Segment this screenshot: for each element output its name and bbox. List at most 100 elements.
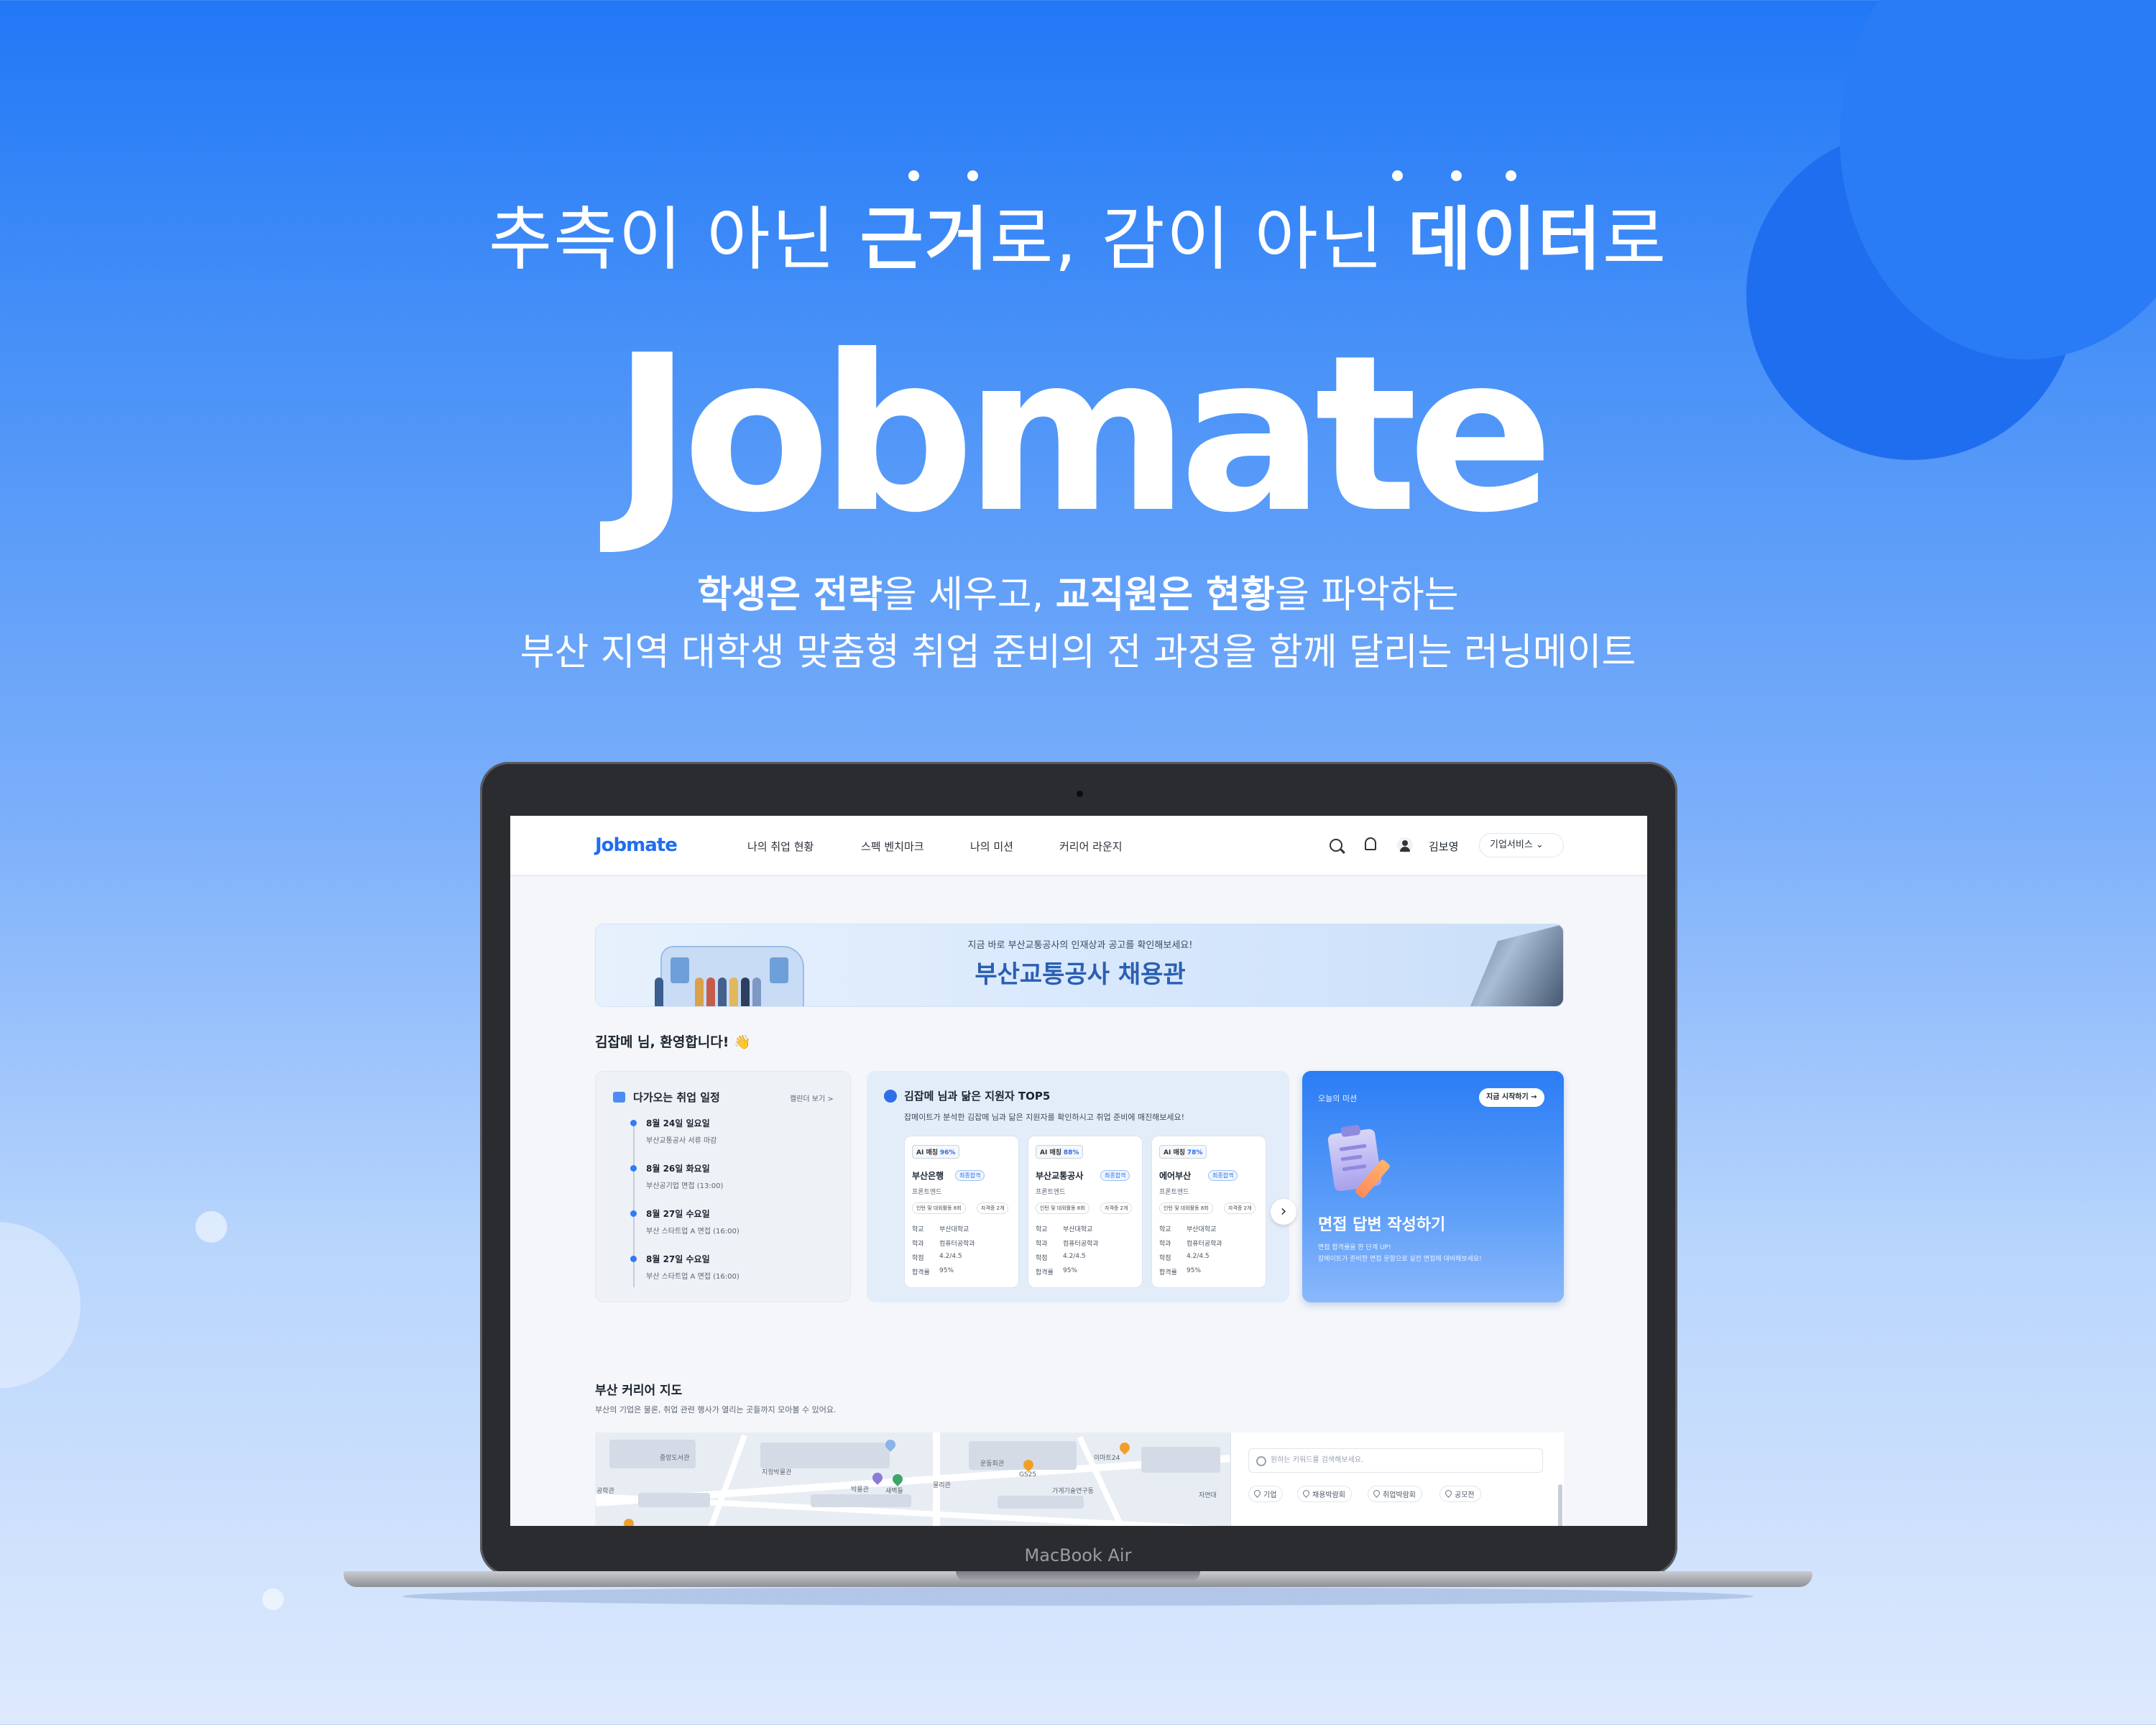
mission-desc-2: 잡메이트가 준비한 면접 문항으로 실전 면접에 대비해보세요! [1318,1256,1482,1263]
value-rate: 95% [1187,1267,1202,1274]
corporate-service-dropdown[interactable]: 기업서비스 ⌄ [1479,833,1564,857]
user-name[interactable]: 김보영 [1429,839,1458,854]
value-major: 컴퓨터공학과 [1063,1241,1099,1248]
cert-chip: 자격증 2개 [977,1202,1009,1214]
map-block [998,1496,1084,1509]
company-name: 에어부산 [1159,1171,1192,1181]
job-role: 프론트엔드 [912,1189,942,1196]
filter-chip-job-fair[interactable]: 채용박람회 [1297,1486,1352,1502]
map-label: 이마트24 [1094,1455,1120,1462]
map-label: 새벽들 [885,1488,903,1495]
job-role: 프론트엔드 [1159,1189,1189,1196]
today-mission-card[interactable]: 오늘의 미션 지금 시작하기 → 면접 답변 작성하기 면접 합격률을 한 단계… [1302,1071,1564,1302]
banner-caption: 지금 바로 부산교통공사의 인재상과 공고를 확인해보세요! [967,940,1193,951]
job-role: 프론트엔드 [1036,1189,1066,1196]
upcoming-schedule-card: 다가오는 취업 일정 캘린더 보기 > 8월 24일 일요일 부산교통공사 서류… [595,1071,851,1302]
filter-chip-company[interactable]: 기업 [1248,1486,1284,1502]
start-now-button[interactable]: 지금 시작하기 → [1479,1088,1544,1107]
calendar-link[interactable]: 캘린더 보기 > [790,1092,834,1103]
label-major: 학과 [1159,1241,1171,1248]
map-road [1077,1435,1125,1526]
activity-chip: 인턴 및 대외활동 8회 [1159,1202,1213,1214]
filter-chip-employment-fair[interactable]: 취업박람회 [1368,1486,1422,1502]
nav-item-my-mission[interactable]: 나의 미션 [970,839,1013,854]
company-name: 부산은행 [912,1171,944,1181]
status-badge: 최종합격 [1100,1170,1130,1181]
schedule-title: 다가오는 취업 일정 [633,1091,720,1104]
schedule-date: 8월 24일 일요일 [646,1118,710,1128]
user-avatar-icon[interactable] [1397,837,1413,853]
search-icon[interactable] [1330,839,1342,852]
map-search-input[interactable]: 원하는 키워드를 검색해보세요. [1248,1448,1543,1473]
ai-match-tag: AI 매칭 88% [1036,1145,1084,1159]
value-major: 컴퓨터공학과 [939,1241,975,1248]
career-map[interactable]: 중앙도서관 지정박물관 박물관 새벽들 물리관 운동회관 이마트24 가게기술연… [595,1432,1230,1526]
career-map-subtitle: 부산의 기업은 물론, 취업 관련 행사가 열리는 곳들까지 모아볼 수 있어요… [595,1405,837,1414]
activity-chip: 인턴 및 대외활동 8회 [912,1202,966,1214]
label-gpa: 학점 [1159,1255,1171,1262]
hero-tagline: 추측이 아닌 근거로, 감이 아닌 데이터로 [488,199,1668,280]
clipboard-line [1342,1164,1367,1172]
app-logo[interactable]: Jobmate [595,834,678,856]
schedule-desc: 부산공기업 면접 (13:00) [646,1182,724,1190]
label-rate: 합격률 [1036,1269,1054,1276]
background-dot-left [195,1211,227,1243]
schedule-desc: 부산 스타트업 A 면접 (16:00) [646,1273,740,1281]
nav-item-my-status[interactable]: 나의 취업 현황 [747,839,814,854]
similar-applicants-card: 김잡메 님과 닮은 지원자 TOP5 잡메이트가 분석한 김잡메 님과 닮은 지… [867,1071,1296,1302]
map-label: 물리관 [933,1482,951,1489]
applicant-card[interactable]: AI 매칭 78% 에어부산 최종합격 프론트엔드 인턴 및 대외활동 8회 자… [1151,1136,1266,1288]
schedule-date: 8월 27일 수요일 [646,1209,710,1219]
cert-chip: 자격증 2개 [1224,1202,1256,1214]
calendar-icon [613,1092,625,1103]
emphasis-dot [1451,170,1462,181]
timeline-dot [630,1256,637,1262]
value-major: 컴퓨터공학과 [1187,1241,1222,1248]
map-label: 공학관 [596,1488,614,1495]
map-block [811,1494,911,1507]
filter-chip-contest[interactable]: 공모전 [1439,1486,1481,1502]
camera-icon [1077,791,1083,797]
top5-title: 김잡메 님과 닮은 지원자 TOP5 [904,1090,1051,1103]
map-label: GS25 [1019,1471,1037,1478]
mission-label: 오늘의 미션 [1318,1094,1358,1103]
app-screen: Jobmate 나의 취업 현황 스펙 벤치마크 나의 미션 커리어 라운지 김… [510,816,1647,1526]
brand-logo: Jobmate [612,309,1554,560]
timeline-line [633,1122,635,1287]
label-rate: 합격률 [912,1269,930,1276]
schedule-date: 8월 26일 화요일 [646,1164,710,1174]
emphasis-dot [908,170,919,181]
applicant-card[interactable]: AI 매칭 88% 부산교통공사 최종합격 프론트엔드 인턴 및 대외활동 8회… [1028,1136,1143,1288]
timeline-dot [630,1120,637,1126]
panel-scrollbar[interactable] [1558,1484,1562,1526]
map-label: 중앙도서관 [660,1455,690,1462]
background-dot-bottom [262,1588,284,1610]
value-gpa: 4.2/4.5 [939,1253,962,1260]
nav-item-spec-benchmark[interactable]: 스펙 벤치마크 [861,839,924,854]
laptop-model-label: MacBook Air [1024,1545,1132,1565]
timeline-dot [630,1165,637,1172]
map-label: 가게기술연구동 [1052,1488,1094,1495]
bell-icon[interactable] [1365,837,1376,850]
top5-subtitle: 잡메이트가 분석한 김잡메 님과 닮은 지원자를 확인하시고 취업 준비에 매진… [904,1113,1185,1122]
promo-banner[interactable]: 지금 바로 부산교통공사의 인재상과 공고를 확인해보세요! 부산교통공사 채용… [595,924,1564,1007]
emphasis-dot [967,170,978,181]
nav-item-career-lounge[interactable]: 커리어 라운지 [1059,839,1123,854]
value-gpa: 4.2/4.5 [1063,1253,1086,1260]
label-gpa: 학점 [912,1255,924,1262]
map-pin-icon[interactable] [622,1517,636,1526]
label-school: 학교 [912,1226,924,1233]
chevron-right-icon[interactable]: › [1271,1199,1296,1225]
laptop-base-notch [956,1571,1200,1581]
status-badge: 최종합격 [955,1170,985,1181]
schedule-desc: 부산교통공사 서류 마감 [646,1137,717,1145]
label-school: 학교 [1159,1226,1171,1233]
ai-match-tag: AI 매칭 96% [912,1145,960,1159]
activity-chip: 인턴 및 대외활동 8회 [1036,1202,1089,1214]
cert-chip: 자격증 2개 [1100,1202,1133,1214]
clipboard-line [1340,1154,1363,1162]
value-school: 부산대학교 [1187,1226,1217,1233]
background-blob-left [0,1222,80,1389]
applicant-card[interactable]: AI 매칭 96% 부산은행 최종합격 프론트엔드 인턴 및 대외활동 8회 자… [904,1136,1019,1288]
career-map-title: 부산 커리어 지도 [595,1384,683,1398]
